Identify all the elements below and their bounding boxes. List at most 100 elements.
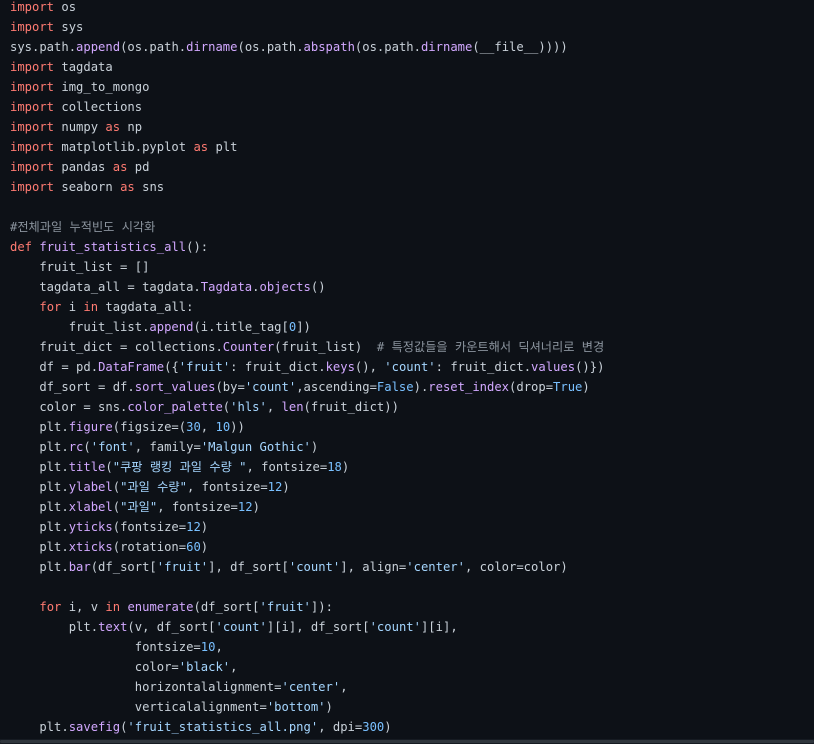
code-line: import tagdata: [10, 57, 604, 77]
code-token: import: [10, 100, 55, 114]
code-token: keys: [325, 360, 355, 374]
code-token: dirname: [420, 40, 473, 54]
code-token: reset_index: [428, 380, 510, 394]
code-token: , dpi=: [318, 720, 363, 734]
code-token: np: [120, 120, 143, 134]
code-token: (os.path.: [120, 40, 187, 54]
code-token: plt.: [10, 460, 69, 474]
code-token: os: [54, 0, 77, 14]
code-token: , fontsize=: [157, 500, 238, 514]
code-line: sys.path.append(os.path.dirname(os.path.…: [10, 37, 604, 57]
code-line: import collections: [10, 97, 604, 117]
code-line: verticalalignment='bottom'): [10, 697, 604, 717]
code-token: Counter: [222, 340, 275, 354]
code-token: 'count': [215, 620, 267, 634]
code-token: sns: [134, 180, 165, 194]
code-token: 12: [186, 520, 201, 534]
code-token: values: [531, 360, 576, 374]
code-token: .: [252, 280, 260, 294]
code-token: plt.: [10, 500, 69, 514]
code-token: figure: [68, 420, 113, 434]
code-token: in: [83, 300, 99, 314]
code-line: ​: [10, 197, 604, 217]
code-token: 18: [327, 460, 342, 474]
code-token: xticks: [68, 540, 113, 554]
code-token: (fruit_list): [274, 340, 377, 354]
code-token: plt: [208, 140, 238, 154]
horizontal-scrollbar[interactable]: [0, 739, 814, 744]
code-token: title: [68, 460, 106, 474]
code-token: "쿠팡 랭킹 과일 수량 ": [112, 460, 247, 474]
code-token: ylabel: [68, 480, 113, 494]
code-token: 'fruit': [259, 600, 311, 614]
code-token: "과일 수량": [120, 480, 187, 494]
code-token: collections: [54, 100, 143, 114]
code-token: (os.path.: [354, 40, 421, 54]
code-token: ()}): [575, 360, 605, 374]
code-token: ).: [413, 380, 429, 394]
code-line: df_sort = df.sort_values(by='count',asce…: [10, 377, 604, 397]
code-line: import os: [10, 0, 604, 17]
code-token: 'count': [384, 360, 436, 374]
code-token: False: [376, 380, 414, 394]
code-line: plt.yticks(fontsize=12): [10, 517, 604, 537]
code-line: color='black',: [10, 657, 604, 677]
code-token: : fruit_dict.: [435, 360, 532, 374]
code-token: (i.title_tag[: [193, 320, 289, 334]
code-token: numpy: [54, 120, 106, 134]
code-line: fruit_list = []: [10, 257, 604, 277]
code-line: def fruit_statistics_all():: [10, 237, 604, 257]
code-token: pd: [127, 160, 150, 174]
code-block[interactable]: import os import sys sys.path.append(os.pa…: [10, 0, 604, 737]
code-token: ,: [200, 420, 216, 434]
code-token: ,: [215, 640, 223, 654]
code-token: in: [105, 600, 121, 614]
code-line: fruit_dict = collections.Counter(fruit_l…: [10, 337, 604, 357]
code-token: img_to_mongo: [54, 80, 150, 94]
code-token: plt.: [10, 720, 69, 734]
code-line: ​: [10, 577, 604, 597]
code-token: as: [105, 120, 121, 134]
code-token: ): [200, 540, 209, 554]
code-token: df = pd.: [10, 360, 99, 374]
code-token: import: [10, 20, 55, 34]
code-token: rc: [68, 440, 84, 454]
code-token: ,ascending=: [296, 380, 377, 394]
code-token: # 특정값들을 카운트해서 딕셔너리로 변경: [376, 340, 605, 354]
code-token: 10: [200, 640, 216, 654]
code-token: plt.: [10, 540, 69, 554]
code-token: ]):: [310, 600, 333, 614]
code-line: for i, v in enumerate(df_sort['fruit']):: [10, 597, 604, 617]
code-token: verticalalignment=: [10, 700, 267, 714]
code-editor[interactable]: import os import sys sys.path.append(os.pa…: [0, 0, 814, 744]
code-line: plt.xticks(rotation=60): [10, 537, 604, 557]
code-line: plt.text(v, df_sort['count'][i], df_sort…: [10, 617, 604, 637]
code-line: fruit_list.append(i.title_tag[0]): [10, 317, 604, 337]
code-token: True: [553, 380, 583, 394]
code-token: enumerate: [127, 600, 194, 614]
code-token: "과일": [120, 500, 158, 514]
code-token: 10: [215, 420, 231, 434]
code-token: (drop=: [509, 380, 554, 394]
code-token: 'fruit': [178, 360, 231, 374]
code-line: df = pd.DataFrame({'fruit': fruit_dict.k…: [10, 357, 604, 377]
code-token: plt.: [10, 620, 99, 634]
code-line: plt.figure(figsize=(30, 10)): [10, 417, 604, 437]
code-token: ): [200, 520, 209, 534]
code-token: (v, df_sort[: [127, 620, 216, 634]
code-token: import: [10, 0, 55, 14]
code-token: 'fruit': [156, 560, 209, 574]
code-token: (os.path.: [237, 40, 304, 54]
code-line: import pandas as pd: [10, 157, 604, 177]
code-token: DataFrame: [98, 360, 165, 374]
code-token: (),: [354, 360, 385, 374]
code-token: ], df_sort[: [208, 560, 289, 574]
code-token: (fontsize=: [112, 520, 187, 534]
code-token: (: [112, 500, 121, 514]
code-token: color = sns.: [10, 400, 128, 414]
code-token: plt.: [10, 420, 69, 434]
scrollbar-thumb[interactable]: [0, 740, 814, 743]
code-token: def: [10, 240, 33, 254]
code-token: 'hls': [230, 400, 267, 414]
